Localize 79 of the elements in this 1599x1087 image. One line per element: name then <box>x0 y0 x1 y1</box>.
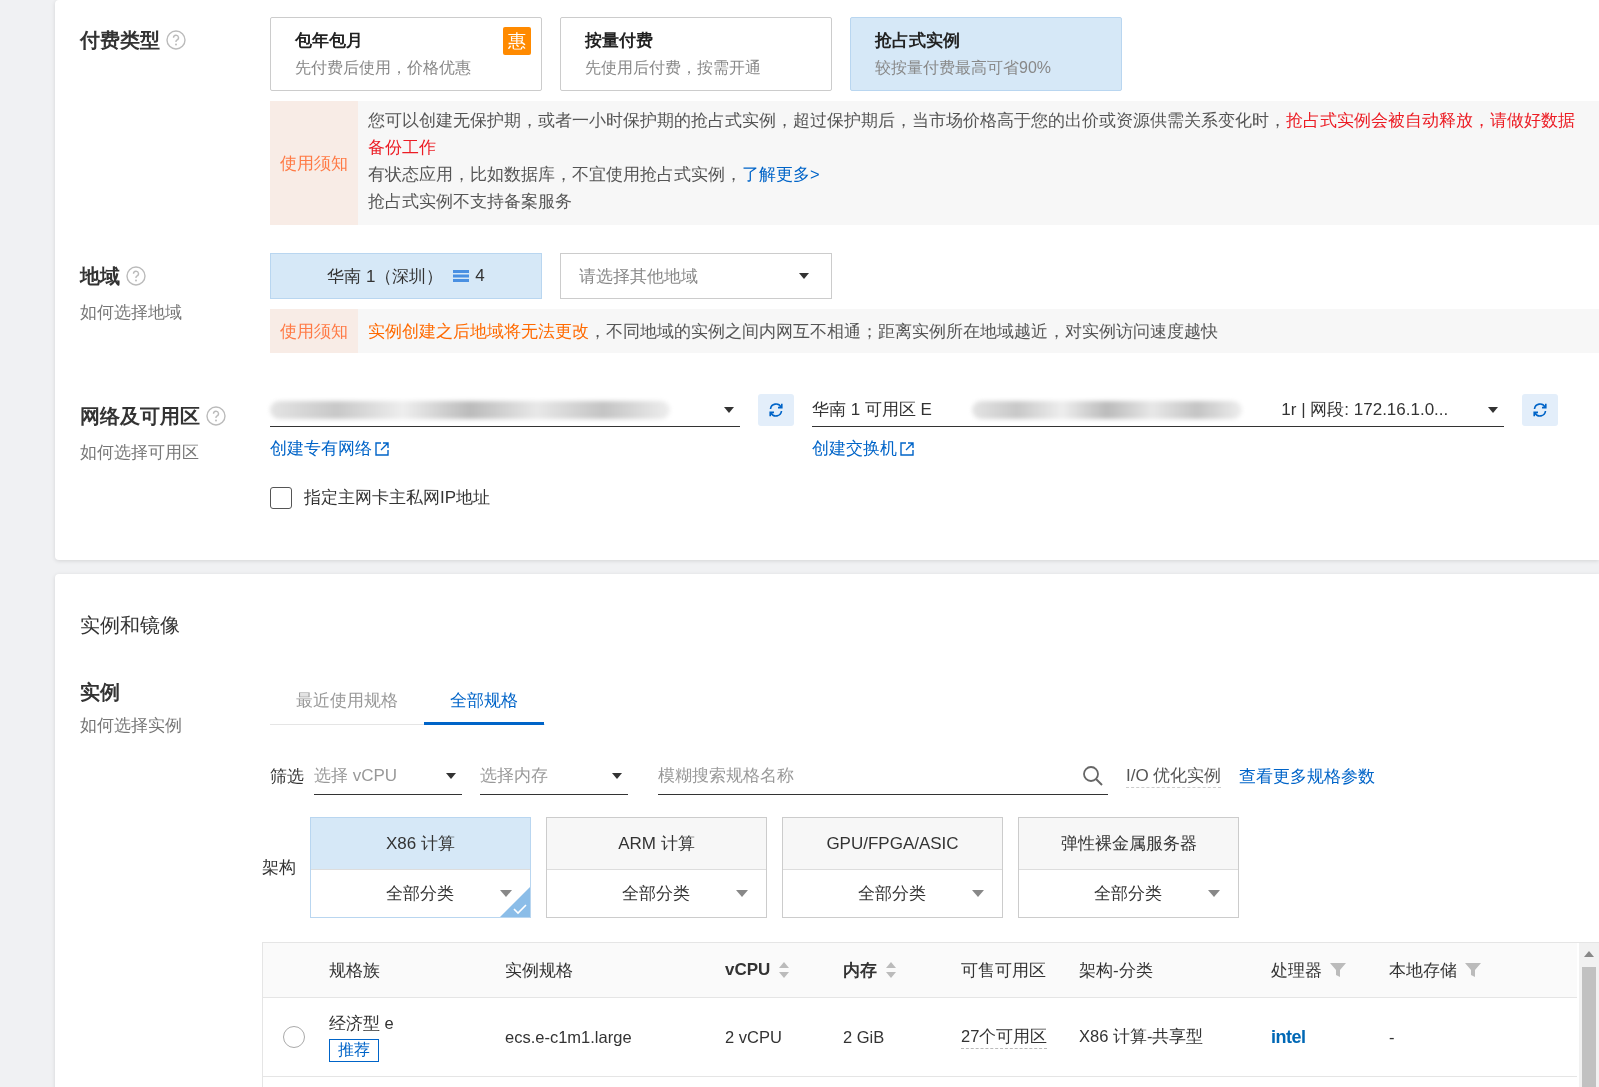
external-link-icon <box>900 441 914 456</box>
region-select[interactable]: 请选择其他地域 <box>560 253 832 299</box>
vswitch-select[interactable]: 华南 1 可用区 E 1r | 网段: 172.16.1.0... <box>812 393 1504 427</box>
caret-icon <box>799 273 809 279</box>
checkbox-label: 指定主网卡主私网IP地址 <box>304 487 491 509</box>
filter-label: 架构 <box>262 857 297 879</box>
checkbox[interactable] <box>270 486 292 509</box>
create-vpc-link[interactable]: 创建专有网络 <box>270 437 812 460</box>
filter-label: 筛选 <box>270 765 304 788</box>
selected-check-icon <box>500 887 530 917</box>
help-link[interactable]: 如何选择地域 <box>80 301 270 324</box>
section-label: 实例 <box>80 680 120 705</box>
caret-icon <box>724 406 734 413</box>
column-header: 规格族 <box>329 959 380 982</box>
caret-icon <box>446 772 456 779</box>
more-specs-link[interactable]: 查看更多规格参数 <box>1239 764 1376 788</box>
table-cell-text: X86 计算-共享型 <box>1079 1026 1205 1047</box>
notice-text: 有状态应用，比如数据库，不宜使用抢占式实例，了解更多> <box>368 164 821 185</box>
architecture-card[interactable]: GPU/FPGA/ASIC 全部分类 <box>782 817 1003 918</box>
help-icon[interactable] <box>166 30 186 50</box>
caret-icon <box>500 890 512 897</box>
notice-text: 实例创建之后地域将无法更改，不同地域的实例之间内网互不相通；距离实例所在地域越近，对实例访问速度越快 <box>368 320 1218 342</box>
section-label: 付费类型 <box>80 27 160 53</box>
architecture-card[interactable]: ARM 计算 全部分类 <box>546 817 767 918</box>
caret-icon <box>1488 406 1498 413</box>
server-icon <box>453 270 470 282</box>
create-vswitch-link[interactable]: 创建交换机 <box>812 437 914 460</box>
help-link[interactable]: 如何选择实例 <box>80 714 270 737</box>
caret-icon <box>972 890 984 897</box>
caret-icon <box>612 772 622 779</box>
refresh-button[interactable] <box>758 394 794 426</box>
refresh-icon <box>767 401 785 419</box>
discount-badge: 惠 <box>503 27 531 55</box>
table-cell-text: 经济型 e <box>329 1012 394 1034</box>
column-header: 本地存储 <box>1389 959 1457 982</box>
notice-label: 使用须知 <box>270 309 358 353</box>
region-button[interactable]: 华南 1（深圳） 4 <box>270 253 542 299</box>
refresh-button[interactable] <box>1522 394 1558 426</box>
architecture-card[interactable]: 弹性裸金属服务器 全部分类 <box>1018 817 1239 918</box>
billing-option[interactable]: 包年包月 先付费后使用，价格优惠 惠 <box>270 17 542 91</box>
column-header: 实例规格 <box>505 959 573 982</box>
scrollbar[interactable] <box>1579 943 1599 1087</box>
column-header: vCPU <box>725 960 771 980</box>
table-cell: 27个可用区 <box>961 1025 1048 1049</box>
filter-icon[interactable] <box>1330 962 1346 978</box>
table-cell-text: ecs.e-c1m1.large <box>505 1027 633 1047</box>
column-header: 内存 <box>843 959 877 982</box>
table-cell-text: 2 vCPU <box>725 1027 783 1047</box>
caret-icon <box>1208 890 1220 897</box>
tab[interactable]: 全部规格 <box>424 679 544 725</box>
column-header: 处理器 <box>1271 959 1322 982</box>
column-header: 可售可用区 <box>961 959 1046 982</box>
help-icon[interactable] <box>126 266 146 286</box>
billing-option[interactable]: 按量付费 先使用后付费，按需开通 <box>560 17 832 91</box>
section-label: 网络及可用区 <box>80 403 200 429</box>
scroll-up-icon[interactable] <box>1584 951 1594 959</box>
section-label: 地域 <box>80 263 120 289</box>
sort-icon[interactable] <box>778 960 791 980</box>
learn-more-link[interactable]: 了解更多> <box>742 165 820 183</box>
processor-logo: intel <box>1271 1026 1307 1048</box>
external-link-icon <box>375 441 389 456</box>
search-icon[interactable] <box>1082 764 1104 787</box>
notice-text: 您可以创建无保护期，或者一小时保护期的抢占式实例，超过保护期后，当市场价格高于您的出价或资源供需关系变化时，抢占式实例会被自动释放，请做好数据备份工作 <box>368 110 1576 158</box>
billing-option[interactable]: 抢占式实例 较按量付费最高可省90% <box>850 17 1122 91</box>
help-icon[interactable] <box>206 406 226 426</box>
help-link[interactable]: 如何选择可用区 <box>80 441 270 464</box>
table-cell-text: - <box>1389 1027 1396 1047</box>
architecture-card[interactable]: X86 计算 全部分类 <box>310 817 531 918</box>
recommended-tag: 推荐 <box>329 1038 379 1062</box>
column-header: 架构-分类 <box>1079 959 1153 982</box>
sort-icon[interactable] <box>885 960 897 980</box>
refresh-icon <box>1531 401 1549 419</box>
notice-text: 抢占式实例不支持备案服务 <box>368 191 573 212</box>
table-cell-text: 2 GiB <box>843 1027 886 1047</box>
section-title: 实例和镜像 <box>80 613 181 638</box>
caret-icon <box>736 890 748 897</box>
filter-icon[interactable] <box>1465 962 1481 978</box>
io-optimized-label: I/O 优化实例 <box>1126 764 1222 788</box>
notice-label: 使用须知 <box>270 101 358 225</box>
